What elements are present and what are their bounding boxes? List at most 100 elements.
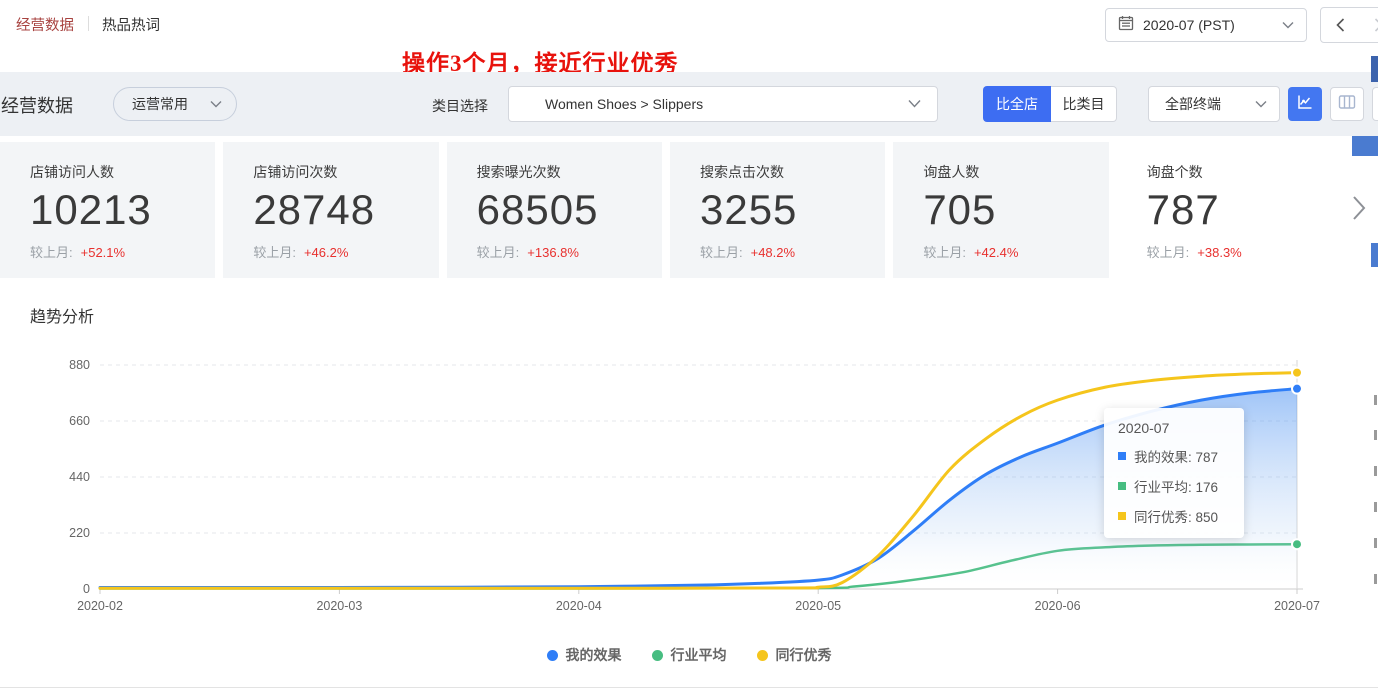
svg-text:2020-02: 2020-02 (77, 599, 123, 613)
compare-label: 较上月: (1147, 245, 1190, 260)
chevron-down-icon (908, 95, 921, 113)
edge-text-fragment (1374, 574, 1377, 584)
svg-text:440: 440 (69, 470, 90, 484)
compare-label: 较上月: (30, 245, 73, 260)
category-dropdown-value: Women Shoes > Slippers (545, 96, 703, 112)
metric-value: 28748 (253, 186, 438, 234)
legend-item-industry-average[interactable]: 行业平均 (652, 645, 727, 665)
category-label: 类目选择 (432, 96, 488, 116)
line-chart-icon (1296, 93, 1314, 116)
chevron-down-icon (1282, 16, 1294, 34)
compare-label: 较上月: (923, 245, 966, 260)
svg-text:880: 880 (69, 358, 90, 372)
calendar-icon (1118, 15, 1134, 36)
metric-value: 787 (1147, 186, 1332, 234)
metric-delta: +38.3% (1197, 245, 1241, 260)
svg-text:220: 220 (69, 526, 90, 540)
metric-cards-row: 店铺访问人数 10213 较上月: +52.1% 店铺访问次数 28748 较上月… (0, 142, 1332, 278)
date-picker[interactable]: 2020-07 (PST) (1105, 8, 1307, 42)
tooltip-row: 同行优秀: 850 (1118, 506, 1230, 526)
legend-item-my-result[interactable]: 我的效果 (547, 645, 622, 665)
chevron-down-icon (1255, 95, 1267, 113)
legend-dot-green (652, 650, 663, 661)
top-bar: 经营数据 热品热词 2020-07 (PST) (0, 0, 1378, 48)
window-bottom-edge (0, 687, 1378, 688)
line-chart-view-button[interactable] (1288, 87, 1322, 121)
trend-section-title: 趋势分析 (30, 303, 94, 327)
chart-legend: 我的效果 行业平均 同行优秀 (0, 645, 1378, 665)
series-swatch-yellow (1118, 512, 1126, 520)
tab-divider (88, 16, 89, 31)
svg-text:2020-07: 2020-07 (1274, 599, 1320, 613)
compare-label: 较上月: (477, 245, 520, 260)
chevron-down-icon (210, 95, 222, 113)
series-swatch-blue (1118, 452, 1126, 460)
extra-view-button[interactable] (1372, 87, 1378, 121)
metric-title: 搜索点击次数 (700, 162, 885, 182)
metric-delta: +52.1% (81, 245, 125, 260)
metric-card-search-impressions[interactable]: 搜索曝光次数 68505 较上月: +136.8% (447, 142, 662, 278)
metric-title: 店铺访问次数 (253, 162, 438, 182)
date-picker-value: 2020-07 (PST) (1143, 17, 1235, 33)
edge-text-fragment (1374, 466, 1377, 476)
series-swatch-green (1118, 482, 1126, 490)
metric-value: 68505 (477, 186, 662, 234)
metric-delta: +136.8% (527, 245, 579, 260)
terminal-dropdown[interactable]: 全部终端 (1148, 86, 1280, 122)
edge-text-fragment (1374, 538, 1377, 548)
tab-hot-keywords[interactable]: 热品热词 (102, 14, 160, 35)
edge-text-fragment (1374, 502, 1377, 512)
metric-title: 店铺访问人数 (30, 162, 215, 182)
compare-label: 较上月: (253, 245, 296, 260)
date-nav (1320, 7, 1378, 43)
table-view-button[interactable] (1330, 87, 1364, 121)
metric-card-inquiry-count[interactable]: 询盘个数 787 较上月: +38.3% (1117, 142, 1332, 278)
svg-text:660: 660 (69, 414, 90, 428)
tooltip-row: 我的效果: 787 (1118, 446, 1230, 466)
edge-widget-fragment (1371, 56, 1378, 82)
compare-segmented-control: 比全店 比类目 (983, 86, 1117, 122)
metric-title: 询盘人数 (923, 162, 1108, 182)
tooltip-row: 行业平均: 176 (1118, 476, 1230, 496)
compare-whole-store-button[interactable]: 比全店 (983, 86, 1051, 122)
metric-value: 3255 (700, 186, 885, 234)
chart-tooltip: 2020-07 我的效果: 787 行业平均: 176 同行优秀: 850 (1104, 408, 1244, 538)
prev-month-button[interactable] (1321, 8, 1359, 42)
metric-card-store-visitors[interactable]: 店铺访问人数 10213 较上月: +52.1% (0, 142, 215, 278)
metric-delta: +46.2% (304, 245, 348, 260)
edge-text-fragment (1374, 430, 1377, 440)
compare-label: 较上月: (700, 245, 743, 260)
filter-toolbar: 经营数据 运营常用 类目选择 Women Shoes > Slippers 比全… (0, 72, 1378, 136)
metric-card-store-visits[interactable]: 店铺访问次数 28748 较上月: +46.2% (223, 142, 438, 278)
metric-title: 询盘个数 (1147, 162, 1332, 182)
category-dropdown[interactable]: Women Shoes > Slippers (508, 86, 938, 122)
metric-card-inquiry-people[interactable]: 询盘人数 705 较上月: +42.4% (893, 142, 1108, 278)
metric-card-search-clicks[interactable]: 搜索点击次数 3255 较上月: +48.2% (670, 142, 885, 278)
section-title: 经营数据 (1, 92, 73, 118)
next-month-button[interactable] (1359, 8, 1378, 42)
chevron-right-icon (1352, 195, 1366, 226)
metric-value: 705 (923, 186, 1108, 234)
edge-widget-fragment (1371, 243, 1378, 267)
tab-business-data[interactable]: 经营数据 (16, 14, 74, 35)
preset-dropdown[interactable]: 运营常用 (113, 87, 237, 121)
compare-category-button[interactable]: 比类目 (1051, 86, 1117, 122)
svg-text:2020-03: 2020-03 (316, 599, 362, 613)
legend-item-industry-excellent[interactable]: 同行优秀 (757, 645, 832, 665)
edge-text-fragment (1374, 395, 1377, 405)
metric-delta: +48.2% (751, 245, 795, 260)
preset-dropdown-value: 运营常用 (132, 94, 188, 114)
metric-title: 搜索曝光次数 (477, 162, 662, 182)
table-columns-icon (1338, 94, 1356, 115)
svg-text:0: 0 (83, 582, 90, 596)
svg-text:2020-05: 2020-05 (795, 599, 841, 613)
legend-dot-blue (547, 650, 558, 661)
metric-delta: +42.4% (974, 245, 1018, 260)
svg-text:2020-06: 2020-06 (1035, 599, 1081, 613)
terminal-dropdown-value: 全部终端 (1165, 94, 1221, 114)
edge-widget-fragment (1352, 136, 1378, 156)
metric-value: 10213 (30, 186, 215, 234)
tooltip-date: 2020-07 (1118, 420, 1230, 436)
svg-text:2020-04: 2020-04 (556, 599, 602, 613)
legend-dot-yellow (757, 650, 768, 661)
